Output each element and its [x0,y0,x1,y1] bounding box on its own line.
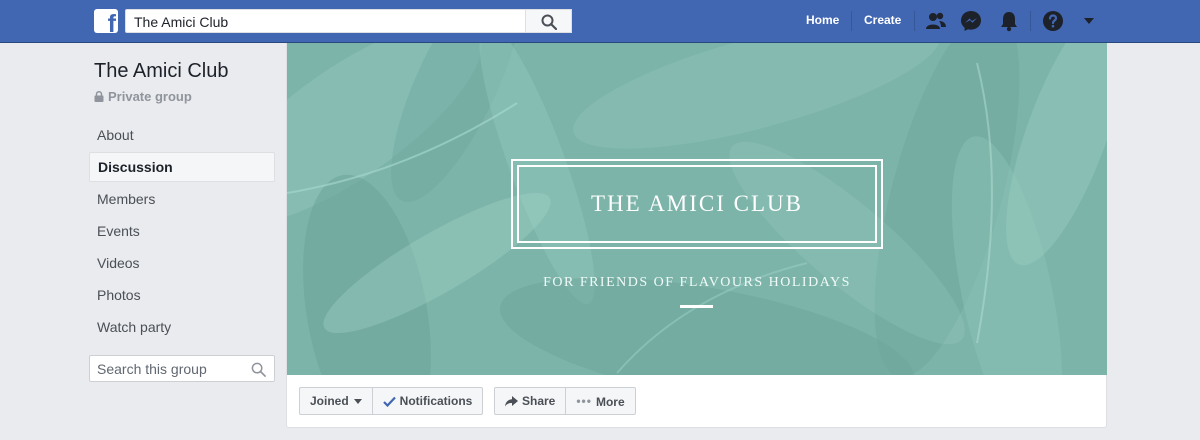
chevron-down-icon[interactable] [1083,17,1095,25]
sidebar-item-members[interactable]: Members [89,184,275,214]
sidebar-item-watch-party[interactable]: Watch party [89,312,275,342]
cover-title: THE AMICI CLUB [591,191,803,216]
cover-title-frame: THE AMICI CLUB [511,159,883,249]
more-button[interactable]: ••• More [565,388,634,414]
search-icon[interactable] [251,362,266,377]
joined-label: Joined [310,394,349,408]
cover-photo[interactable]: THE AMICI CLUB FOR FRIENDS OF FLAVOURS H… [287,43,1107,375]
nav-divider [914,11,915,31]
search-icon [541,14,557,30]
lock-icon [94,91,104,102]
checkmark-icon [382,396,396,408]
nav-divider [1030,11,1031,31]
more-label: More [595,395,625,409]
sidebar-item-videos[interactable]: Videos [89,248,275,278]
search-button[interactable] [525,9,572,33]
cover-subtitle: FOR FRIENDS OF FLAVOURS HOLIDAYS [543,275,851,290]
share-button[interactable]: Share [495,388,565,414]
joined-button[interactable]: Joined [300,388,372,414]
privacy-label: Private group [108,89,192,104]
share-arrow-icon [505,396,518,407]
notifications-label: Notifications [399,394,473,408]
create-link[interactable]: Create [864,13,901,27]
global-search-input[interactable]: The Amici Club [125,9,572,33]
home-link[interactable]: Home [806,13,839,27]
sidebar-item-about[interactable]: About [89,120,275,150]
sidebar-item-events[interactable]: Events [89,216,275,246]
nav-divider [851,11,852,31]
share-more-button-group: Share ••• More [494,387,636,415]
sidebar-item-photos[interactable]: Photos [89,280,275,310]
cover-divider [680,305,713,308]
membership-button-group: Joined Notifications [299,387,484,415]
group-sidebar-nav: About Discussion Members Events Videos P… [89,120,275,344]
group-cover-card: THE AMICI CLUB FOR FRIENDS OF FLAVOURS H… [286,43,1107,428]
bell-icon[interactable] [998,10,1020,32]
group-title[interactable]: The Amici Club [94,60,229,83]
search-value: The Amici Club [134,14,229,30]
help-icon[interactable] [1042,10,1064,32]
group-privacy: Private group [94,89,192,104]
group-search-input[interactable] [97,361,247,377]
notifications-button[interactable]: Notifications [371,388,483,414]
group-search-field[interactable] [89,355,275,382]
messenger-icon[interactable] [960,10,982,32]
sidebar-item-discussion[interactable]: Discussion [89,152,275,182]
caret-down-icon [353,399,362,404]
friends-icon[interactable] [925,10,947,32]
top-navigation-bar: f The Amici Club Home Create [0,0,1200,43]
share-label: Share [522,394,556,408]
facebook-logo[interactable]: f [94,9,118,33]
more-dots-icon: ••• [576,394,592,408]
